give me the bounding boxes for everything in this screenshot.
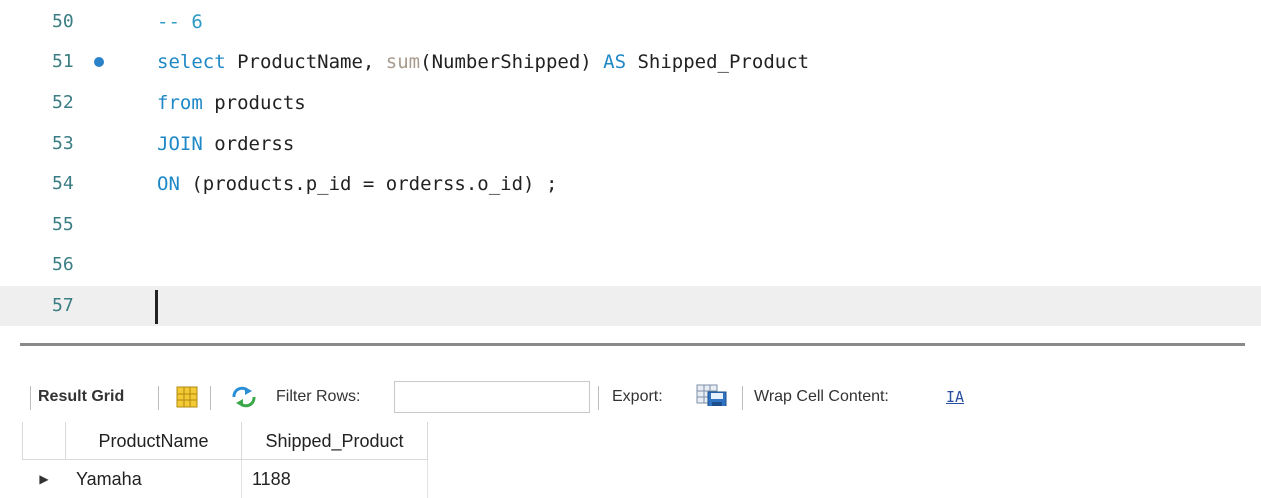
export-label: Export: (612, 388, 663, 405)
line-number: 57 (52, 295, 74, 316)
toolbar-separator (158, 386, 159, 410)
code-text: ON (products.p_id = orderss.o_id) ; (157, 164, 557, 204)
line-number: 52 (52, 92, 74, 113)
editor-line[interactable]: 55 (0, 205, 1261, 245)
row-selector-arrow-icon[interactable]: ▶ (22, 460, 66, 498)
code-token: select (157, 51, 226, 73)
code-token: (NumberShipped) (420, 51, 604, 73)
code-token: JOIN (157, 133, 203, 155)
statement-marker-dot-icon (94, 57, 104, 67)
filter-rows-label: Filter Rows: (276, 388, 361, 405)
grid-layout-icon[interactable] (176, 386, 198, 408)
editor-line[interactable]: 54 ON (products.p_id = orderss.o_id) ; (0, 164, 1261, 204)
line-number: 56 (52, 254, 74, 275)
line-number: 54 (52, 173, 74, 194)
line-number: 53 (52, 133, 74, 154)
editor-line[interactable]: 57 (0, 286, 1261, 326)
toolbar-separator (210, 386, 211, 410)
code-token: -- 6 (157, 11, 203, 33)
editor-line[interactable]: 56 (0, 245, 1261, 285)
filter-rows-input[interactable] (394, 381, 590, 413)
line-number: 50 (52, 11, 74, 32)
code-token: sum (385, 51, 421, 73)
row-header-corner (22, 422, 66, 460)
wrap-cell-toggle-icon[interactable]: IA (946, 376, 964, 418)
table-cell-productname[interactable]: Yamaha (66, 460, 242, 498)
toolbar-separator (742, 386, 743, 410)
panel-splitter[interactable] (20, 343, 1245, 346)
wrap-cell-content-label: Wrap Cell Content: (754, 388, 889, 405)
table-cell-shipped-product[interactable]: 1188 (242, 460, 428, 498)
code-token: ON (157, 173, 180, 195)
editor-line[interactable]: 51 select ProductName, sum(NumberShipped)… (0, 42, 1261, 82)
sql-editor[interactable]: 50 -- 6 51 select ProductName, sum(NumberSh… (0, 0, 1261, 330)
column-header-productname[interactable]: ProductName (66, 422, 242, 460)
code-text: -- 6 (157, 2, 203, 42)
code-text: from products (157, 83, 306, 123)
column-header-shipped-product[interactable]: Shipped_Product (242, 422, 428, 460)
code-token: from (157, 92, 203, 114)
code-token: Shipped_Product (626, 51, 810, 73)
line-number: 51 (52, 51, 74, 72)
line-number: 55 (52, 214, 74, 235)
toolbar-separator (598, 386, 599, 410)
editor-line[interactable]: 52 from products (0, 83, 1261, 123)
code-token: (products.p_id = orderss.o_id) ; (179, 173, 558, 195)
text-caret (155, 290, 158, 324)
result-toolbar: Result Grid Filter Rows: Export: Wrap Ce… (0, 376, 1261, 418)
toolbar-separator (30, 386, 31, 410)
code-text: JOIN orderss (157, 124, 294, 164)
code-token: orderss (202, 133, 295, 155)
refresh-icon[interactable] (230, 386, 258, 408)
export-icon[interactable] (696, 384, 730, 406)
editor-line[interactable]: 50 -- 6 (0, 2, 1261, 42)
editor-line[interactable]: 53 JOIN orderss (0, 124, 1261, 164)
code-text: select ProductName, sum(NumberShipped) A… (157, 42, 809, 82)
code-token: ProductName, (225, 51, 386, 73)
code-token: AS (603, 51, 627, 73)
result-grid-tab[interactable]: Result Grid (38, 376, 124, 418)
code-token: products (202, 92, 306, 114)
